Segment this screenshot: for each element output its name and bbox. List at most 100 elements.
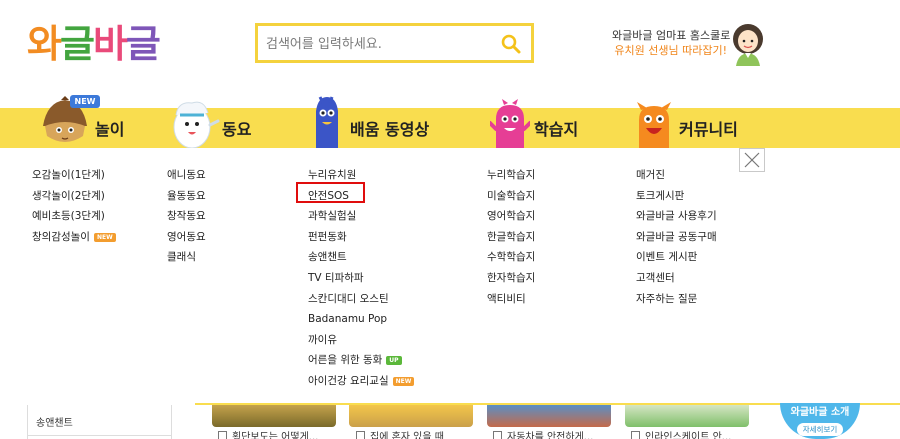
menu-item[interactable]: 율동동요 (167, 186, 206, 207)
menu-item[interactable]: 고객센터 (636, 268, 717, 289)
menu-item[interactable]: 영어학습지 (487, 206, 535, 227)
video-caption[interactable]: 자동차를 안전하게... (493, 428, 593, 439)
menu-item-label: Badanamu Pop (308, 313, 388, 326)
menu-item[interactable]: 송앤챈트 (308, 247, 414, 268)
site-logo[interactable]: 와 글 바 글 (27, 16, 161, 66)
close-icon (744, 152, 760, 168)
menu-item[interactable]: 매거진 (636, 165, 717, 186)
video-thumbnail[interactable] (349, 405, 473, 427)
menu-item[interactable]: TV 티파하파 (308, 268, 414, 289)
header: 와 글 바 글 와글바글 엄마표 홈스쿨로 유치원 선생님 따라잡기! (0, 0, 900, 103)
details-button[interactable]: 자세히보기 (797, 423, 843, 436)
checkbox-icon[interactable] (631, 431, 640, 439)
menu-item[interactable]: 수학학습지 (487, 247, 535, 268)
search-icon (501, 34, 521, 54)
cloud-character-icon (173, 101, 220, 148)
menu-item[interactable]: 어른을 위한 동화 UP (308, 350, 414, 371)
menu-item[interactable]: 과학실험실 (308, 206, 414, 227)
about-banner[interactable]: 와글바글 소개 자세히보기 (780, 403, 860, 439)
menu-item-label: 애니동요 (167, 169, 206, 181)
menu-item[interactable]: 창의감성놀이 NEW (32, 227, 116, 248)
menu-item[interactable]: 생각놀이(2단계) (32, 186, 116, 207)
menu-item[interactable]: 한글학습지 (487, 227, 535, 248)
menu-item[interactable]: 애니동요 (167, 165, 206, 186)
video-title: 자동차를 안전하게... (507, 432, 594, 439)
video-title: 인라인스케이트 안... (645, 432, 732, 439)
main-nav-bar (0, 108, 900, 148)
menu-item[interactable]: 누리학습지 (487, 165, 535, 186)
menu-item[interactable]: 클래식 (167, 247, 206, 268)
about-banner-title: 와글바글 소개 (790, 407, 850, 418)
video-caption[interactable]: 인라인스케이트 안... (631, 428, 731, 439)
menu-item[interactable]: 한자학습지 (487, 268, 535, 289)
logo-char-3: 바 (92, 22, 128, 66)
teacher-character-icon (733, 24, 763, 66)
checkbox-icon[interactable] (493, 431, 502, 439)
video-caption[interactable]: 집에 혼자 있을 때 (356, 428, 444, 439)
search-input[interactable] (266, 32, 494, 56)
up-tag: UP (386, 356, 402, 366)
menu-column-songs: 애니동요 율동동요 창작동요 영어동요 클래식 (167, 165, 206, 268)
menu-item-label: 스칸디대디 오스틴 (308, 292, 389, 305)
menu-item-label: 미술학습지 (487, 189, 536, 202)
checkbox-icon[interactable] (218, 431, 227, 439)
menu-column-community: 매거진 토크게시판 와글바글 사용후기 와글바글 공동구매 이벤트 게시판 고객… (636, 165, 717, 309)
nav-learning-videos-label: 배움 동영상 (350, 120, 430, 139)
nav-learning-videos[interactable]: 배움 동영상 (350, 108, 429, 148)
highlight-box (296, 182, 365, 203)
menu-item-label: TV 티파하파 (308, 271, 364, 284)
video-title: 집에 혼자 있을 때 (370, 432, 444, 439)
menu-item[interactable]: 이벤트 게시판 (636, 247, 717, 268)
side-list-item-label[interactable]: 송앤챈트 (36, 414, 73, 429)
close-menu-button[interactable] (739, 148, 765, 172)
checkbox-icon[interactable] (356, 431, 365, 439)
menu-item[interactable]: 토크게시판 (636, 186, 717, 207)
side-list-divider (27, 435, 172, 436)
nav-community[interactable]: 커뮤니티 (679, 108, 738, 148)
nav-worksheets[interactable]: 학습지 (534, 108, 578, 148)
menu-item-label: 율동동요 (167, 189, 206, 202)
menu-item-label: 예비초등(3단계) (32, 210, 105, 223)
menu-item[interactable]: Badanamu Pop (308, 309, 414, 330)
menu-item-label: 생각놀이(2단계) (32, 189, 105, 202)
search-box (255, 23, 534, 63)
menu-item[interactable]: 와글바글 공동구매 (636, 227, 717, 248)
menu-item[interactable]: 스칸디대디 오스틴 (308, 289, 414, 310)
menu-item[interactable]: 액티비티 (487, 289, 535, 310)
menu-item-label: 펀펀동화 (308, 230, 347, 243)
video-thumbnail[interactable] (625, 405, 749, 427)
menu-item[interactable]: 예비초등(3단계) (32, 206, 116, 227)
menu-item-label: 아이건강 요리교실 (308, 374, 389, 387)
menu-item-label: 와글바글 공동구매 (636, 230, 717, 243)
menu-item[interactable]: 펀펀동화 (308, 227, 414, 248)
nav-community-label: 커뮤니티 (679, 120, 738, 139)
nav-songs[interactable]: 동요 (222, 108, 251, 148)
menu-column-play: 오감놀이(1단계) 생각놀이(2단계) 예비초등(3단계) 창의감성놀이 NEW (32, 165, 116, 247)
menu-item-label: 영어학습지 (487, 210, 536, 223)
menu-column-worksheets: 누리학습지 미술학습지 영어학습지 한글학습지 수학학습지 한자학습지 액티비티 (487, 165, 535, 309)
search-button[interactable] (499, 32, 523, 56)
video-thumbnail[interactable] (212, 405, 336, 427)
menu-item[interactable]: 아이건강 요리교실 NEW (308, 371, 415, 392)
menu-item-label: 매거진 (636, 169, 665, 181)
promo-banner[interactable]: 와글바글 엄마표 홈스쿨로 유치원 선생님 따라잡기! (612, 28, 730, 58)
menu-item-label: 송앤챈트 (308, 251, 347, 264)
menu-item-label: 수학학습지 (487, 251, 536, 264)
video-thumbnail[interactable] (487, 405, 611, 427)
menu-item[interactable]: 까이유 (308, 330, 414, 351)
video-caption[interactable]: 횡단보도는 어떻게... (218, 428, 318, 439)
menu-item[interactable]: 창작동요 (167, 206, 206, 227)
menu-item[interactable]: 오감놀이(1단계) (32, 165, 116, 186)
pink-character-icon (490, 99, 530, 148)
menu-item[interactable]: 미술학습지 (487, 186, 535, 207)
video-title: 횡단보도는 어떻게... (232, 432, 319, 439)
menu-item[interactable]: 영어동요 (167, 227, 206, 248)
new-badge: NEW (70, 95, 100, 108)
menu-item-label: 한자학습지 (487, 271, 536, 284)
menu-item-label: 누리학습지 (487, 169, 536, 181)
menu-item[interactable]: 와글바글 사용후기 (636, 206, 717, 227)
nav-play[interactable]: 놀이 (95, 108, 124, 148)
menu-item[interactable]: 자주하는 질문 (636, 289, 717, 310)
menu-item-label: 와글바글 사용후기 (636, 210, 717, 223)
logo-char-1: 와 (27, 22, 62, 66)
